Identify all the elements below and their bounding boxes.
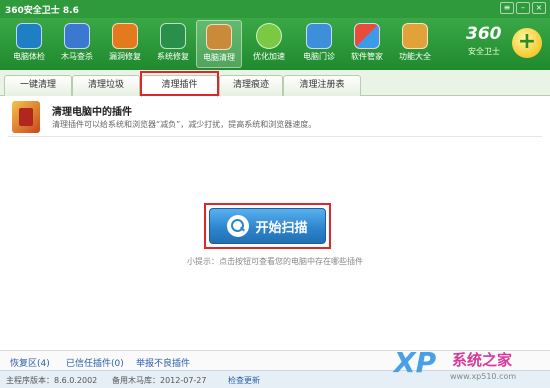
toolbar-item-software-manager[interactable]: 软件管家 [344,20,390,68]
toolbar-item-clinic[interactable]: 电脑门诊 [296,20,342,68]
plugin-icon [12,101,40,133]
brand-tagline: 安全卫士 [468,47,500,56]
broom-icon [206,24,232,50]
toolbar-item-system-fix[interactable]: 系统修复 [150,20,196,68]
report-plugin-link[interactable]: 举报不良插件 [136,356,190,369]
brand-logo: 360 安全卫士 + [462,22,542,66]
toolbar-item-trojan-scan[interactable]: 木马查杀 [54,20,100,68]
trusted-plugins-link[interactable]: 已信任插件(0) [66,356,124,369]
tab-clean-registry[interactable]: 清理注册表 [283,75,361,96]
patch-icon [112,23,138,49]
watermark-xp: XP [394,346,437,379]
toolbar-label: 功能大全 [399,52,431,61]
toolbar-label: 软件管家 [351,52,383,61]
monitor-checkup-icon [16,23,42,49]
wrench-icon [160,23,186,49]
tab-clean-traces[interactable]: 清理痕迹 [219,75,283,96]
cleanup-tabs: 一键清理 清理垃圾 清理插件 清理痕迹 清理注册表 [0,70,550,97]
trojan-db-version: 备用木马库：2012-07-27 [112,376,207,385]
site-watermark: XP 系统之家 www.xp510.com [394,346,544,386]
rocket-icon [256,23,282,49]
check-update-link[interactable]: 检查更新 [228,375,260,386]
watermark-url: www.xp510.com [450,372,517,381]
section-description: 清理插件可以给系统和浏览器“减负”，减少打扰，提高系统和浏览器速度。 [52,120,317,129]
toolbar-item-cleanup[interactable]: 电脑清理 [196,20,242,68]
menu-icon[interactable]: ≡ [500,2,514,14]
toolbar-label: 漏洞修复 [109,52,141,61]
toolbar-label: 系统修复 [157,52,189,61]
toolbar-label: 电脑门诊 [303,52,335,61]
shield-icon [64,23,90,49]
section-title: 清理电脑中的插件 [52,107,132,118]
scan-tip: 小提示：点击按钮可查看您的电脑中存在哪些插件 [187,257,363,266]
toolbar-item-all-features[interactable]: 功能大全 [392,20,438,68]
toolbar-item-checkup[interactable]: 电脑体检 [6,20,52,68]
software-grid-icon [354,23,380,49]
restore-area-link[interactable]: 恢复区(4) [10,356,50,369]
tab-one-click-clean[interactable]: 一键清理 [4,75,72,96]
tab-clean-junk[interactable]: 清理垃圾 [72,75,140,96]
toolbar-label: 电脑体检 [13,52,45,61]
close-button[interactable]: × [532,2,546,14]
toolbox-icon [402,23,428,49]
toolbar-label: 电脑清理 [203,53,235,62]
toolbar-item-speedup[interactable]: 优化加速 [246,20,292,68]
toolbar-item-vuln-fix[interactable]: 漏洞修复 [102,20,148,68]
toolbar-label: 木马查杀 [61,52,93,61]
clinic-icon [306,23,332,49]
start-scan-label: 开始扫描 [255,220,308,236]
watermark-site: 系统之家 [452,351,513,369]
plus-logo-icon: + [512,28,542,58]
header-divider [8,136,542,137]
toolbar-label: 优化加速 [253,52,285,61]
start-scan-button[interactable]: 开始扫描 [209,208,326,244]
minimize-button[interactable]: – [516,2,530,14]
brand-name: 360 [466,24,502,44]
main-version: 主程序版本：8.6.0.2002 [6,376,98,385]
window-title: 360安全卫士 8.6 [5,6,79,16]
window-controls: ≡ – × [500,2,546,14]
title-bar: 360安全卫士 8.6 ≡ – × [0,0,550,18]
magnifier-icon [227,215,250,237]
tab-highlight-box [140,71,219,96]
